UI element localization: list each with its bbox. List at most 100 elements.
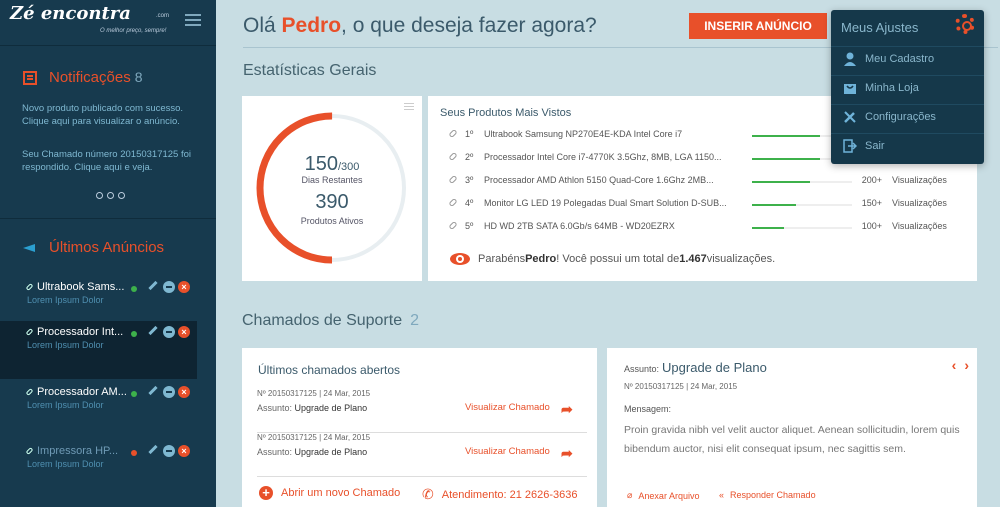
ticket-subject: Assunto: Upgrade de Plano [624,360,767,375]
product-name[interactable]: Processador Intel Core i7-4770K 3.5Ghz, … [484,152,734,162]
dropdown-item-label: Minha Loja [865,82,919,94]
notifications-title: Notificações [49,69,131,86]
rank: 2º [465,152,474,162]
edit-icon[interactable] [148,385,158,396]
tickets-title: Últimos chamados abertos [258,363,401,377]
ad-name[interactable]: Processador Int... [25,326,123,338]
pager-dot[interactable] [96,192,103,199]
view-ticket-link[interactable]: Visualizar Chamado [465,402,550,413]
ticket-meta: Nº 20150317125 | 24 Mar, 2015 [624,382,738,391]
link-icon [448,174,458,185]
views-bar-fill [752,227,784,229]
most-viewed-title: Seus Produtos Mais Vistos [440,107,572,119]
ad-item[interactable]: Processador AM... Lorem Ipsum Dolor × [0,381,197,439]
notification-message[interactable]: Seu Chamado número 20150317125 foi respo… [22,148,202,174]
ticket-item: Nº 20150317125 | 24 Mar, 2015 Assunto: Up… [257,433,587,477]
delete-icon[interactable]: × [178,386,190,398]
delete-icon[interactable]: × [178,281,190,293]
status-dot [131,331,137,337]
logo[interactable]: Zé encontra [10,3,131,24]
notifications-icon [23,71,37,85]
logo-tagline: O melhor preço, sempre! [100,28,167,34]
notification-message[interactable]: Novo produto publicado com sucesso. Cliq… [22,102,202,128]
user-name: Pedro [281,14,342,37]
total-views: 1.467 [679,253,707,265]
edit-icon[interactable] [148,280,158,291]
ticket-message: Proin gravida nibh vel velit auctor aliq… [624,424,960,455]
pager-dot[interactable] [118,192,125,199]
gear-icon[interactable] [955,14,975,34]
dropdown-item-label: Sair [865,140,885,152]
arrow-icon[interactable]: ➦ [561,401,573,418]
insert-ad-button[interactable]: INSERIR ANÚNCIO [689,13,827,39]
dropdown-item-label: Meu Cadastro [865,53,935,65]
next-icon[interactable]: › [964,357,969,373]
ticket-detail-card: ‹ › Assunto: Upgrade de Plano Nº 201503171… [607,348,977,507]
product-name[interactable]: Processador AMD Athlon 5150 Quad-Core 1.… [484,175,734,185]
most-viewed-item[interactable]: 3º Processador AMD Athlon 5150 Quad-Core … [428,173,977,193]
views-bar [752,204,852,206]
dropdown-item[interactable]: Sair [831,133,984,159]
reply-ticket-link[interactable]: «Responder Chamado [719,490,816,500]
arrow-icon[interactable]: ➦ [561,445,573,462]
ad-name[interactable]: Processador AM... [25,386,127,398]
page-title: Olá Pedro, o que deseja fazer agora? [243,14,597,37]
hamburger-menu-icon[interactable] [185,14,201,28]
support-section-title: Chamados de Suporte 2 [242,312,420,329]
ads-header: Últimos Anúncios [23,239,164,256]
eye-icon [450,253,470,265]
pager-dot[interactable] [107,192,114,199]
dropdown-item[interactable]: Configurações [831,104,984,130]
dropdown-title: Meus Ajustes [841,20,919,35]
card-menu-icon[interactable] [404,103,414,112]
product-name[interactable]: Ultrabook Samsung NP270E4E-KDA Intel Cor… [484,129,734,139]
tickets-card: Últimos chamados abertos Nº 20150317125 … [242,348,597,507]
ad-name[interactable]: Impressora HP... [25,445,118,457]
ad-item[interactable]: Processador Int... Lorem Ipsum Dolor × [0,321,197,379]
product-name[interactable]: HD WD 2TB SATA 6.0Gb/s 64MB - WD20EZRX [484,221,734,231]
edit-icon[interactable] [148,444,158,455]
ticket-meta: Nº 20150317125 | 24 Mar, 2015 [257,389,371,398]
ad-subtitle: Lorem Ipsum Dolor [27,459,104,469]
dropdown-item[interactable]: Minha Loja [831,75,984,101]
new-ticket-link[interactable]: + Abrir um novo Chamado [259,486,400,500]
view-ticket-link[interactable]: Visualizar Chamado [465,446,550,457]
pause-icon[interactable] [163,386,175,398]
days-remaining: 150/300 [304,153,360,175]
most-viewed-item[interactable]: 4º Monitor LG LED 19 Polegadas Dual Smart… [428,196,977,216]
edit-icon[interactable] [148,325,158,336]
ticket-item: Nº 20150317125 | 24 Mar, 2015 Assunto: Up… [257,389,587,433]
notifications-pager[interactable] [96,192,125,199]
stats-card: 150/300 Dias Restantes 390 Produtos Ativ… [242,96,422,281]
rank: 3º [465,175,474,185]
ticket-subject: Assunto: Upgrade de Plano [257,403,368,413]
views-summary: Parabéns Pedro! Você possui um total de … [450,253,775,265]
notifications-panel: Notificações 8 Novo produto publicado com… [0,56,216,216]
ad-item[interactable]: Impressora HP... Lorem Ipsum Dolor × [0,440,197,498]
views-bar [752,227,852,229]
product-name[interactable]: Monitor LG LED 19 Polegadas Dual Smart S… [484,198,734,208]
views-label: Visualizações [892,198,947,208]
days-gauge [256,112,408,264]
pause-icon[interactable] [163,281,175,293]
pause-icon[interactable] [163,326,175,338]
ad-name[interactable]: Ultrabook Sams... [25,281,124,293]
notifications-count: 8 [134,69,143,85]
user-icon [843,52,857,66]
paperclip-icon: ⌀ [627,490,633,500]
views-count: 150+ [861,198,882,208]
days-label: Dias Restantes [301,175,363,185]
pause-icon[interactable] [163,445,175,457]
prev-icon[interactable]: ‹ [952,357,957,373]
status-dot [131,391,137,397]
phone-icon: ✆ [422,486,434,502]
ticket-nav: ‹ › [952,357,969,373]
delete-icon[interactable]: × [178,445,190,457]
ad-subtitle: Lorem Ipsum Dolor [27,400,104,410]
dropdown-item[interactable]: Meu Cadastro [831,46,984,72]
attach-file-link[interactable]: ⌀ Anexar Arquivo [627,490,699,501]
link-icon [25,447,34,455]
most-viewed-item[interactable]: 5º HD WD 2TB SATA 6.0Gb/s 64MB - WD20EZRX… [428,219,977,239]
ad-subtitle: Lorem Ipsum Dolor [27,340,104,350]
delete-icon[interactable]: × [178,326,190,338]
